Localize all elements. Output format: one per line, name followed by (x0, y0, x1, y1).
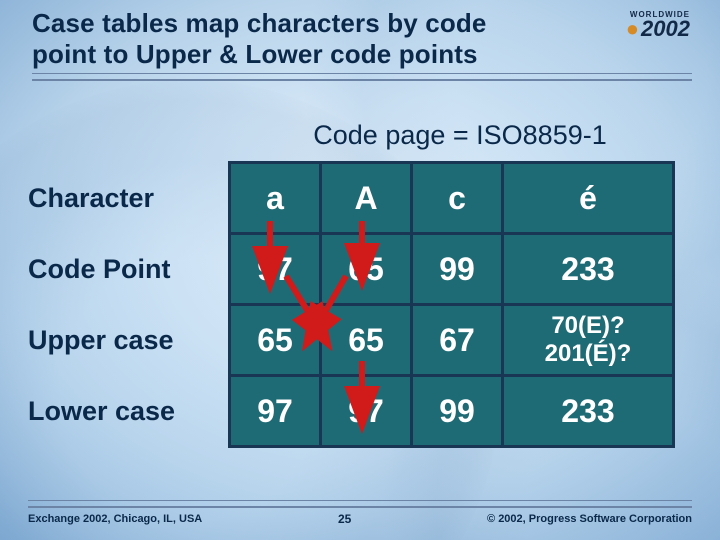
cell-lower-3: 233 (503, 376, 674, 447)
title-line-2: point to Upper & Lower code points (32, 39, 478, 69)
cell-upper-3-line1: 70(E)? (551, 312, 624, 339)
footer: Exchange 2002, Chicago, IL, USA 25 © 200… (28, 500, 692, 526)
footer-rule (28, 500, 692, 508)
rowhead-codepoint: Code Point (28, 234, 230, 305)
rowhead-character: Character (28, 163, 230, 234)
cell-code-2: 99 (412, 234, 503, 305)
footer-row: Exchange 2002, Chicago, IL, USA 25 © 200… (28, 512, 692, 526)
rowhead-lower: Lower case (28, 376, 230, 447)
row-lower: Lower case 97 97 99 233 (28, 376, 674, 447)
rowhead-upper: Upper case (28, 305, 230, 376)
cell-char-1: A (321, 163, 412, 234)
cell-lower-0: 97 (230, 376, 321, 447)
content-area: Code page = ISO8859-1 Character a A c é … (28, 120, 692, 448)
slide-title: Case tables map characters by code point… (32, 8, 692, 69)
cell-code-3: 233 (503, 234, 674, 305)
cell-upper-3-line2: 201(É)? (545, 340, 632, 367)
case-table-wrap: Character a A c é Code Point 97 65 99 23… (28, 161, 692, 448)
cell-upper-1: 65 (321, 305, 412, 376)
header-rule (32, 73, 692, 81)
cell-upper-0: 65 (230, 305, 321, 376)
codepage-caption: Code page = ISO8859-1 (228, 120, 692, 151)
cell-lower-2: 99 (412, 376, 503, 447)
cell-char-3: é (503, 163, 674, 234)
cell-char-2: c (412, 163, 503, 234)
slide: WORLDWIDE 2002 Case tables map character… (0, 0, 720, 540)
cell-code-1: 65 (321, 234, 412, 305)
cell-lower-1: 97 (321, 376, 412, 447)
row-codepoint: Code Point 97 65 99 233 (28, 234, 674, 305)
row-upper: Upper case 65 65 67 70(E)? 201(É)? (28, 305, 674, 376)
header: Case tables map characters by code point… (32, 8, 692, 81)
footer-right: © 2002, Progress Software Corporation (487, 513, 692, 525)
cell-char-0: a (230, 163, 321, 234)
case-table: Character a A c é Code Point 97 65 99 23… (28, 161, 675, 448)
footer-left: Exchange 2002, Chicago, IL, USA (28, 513, 202, 525)
page-number: 25 (338, 512, 351, 526)
cell-code-0: 97 (230, 234, 321, 305)
cell-upper-3: 70(E)? 201(É)? (503, 305, 674, 376)
title-line-1: Case tables map characters by code (32, 8, 487, 38)
cell-upper-2: 67 (412, 305, 503, 376)
row-character: Character a A c é (28, 163, 674, 234)
